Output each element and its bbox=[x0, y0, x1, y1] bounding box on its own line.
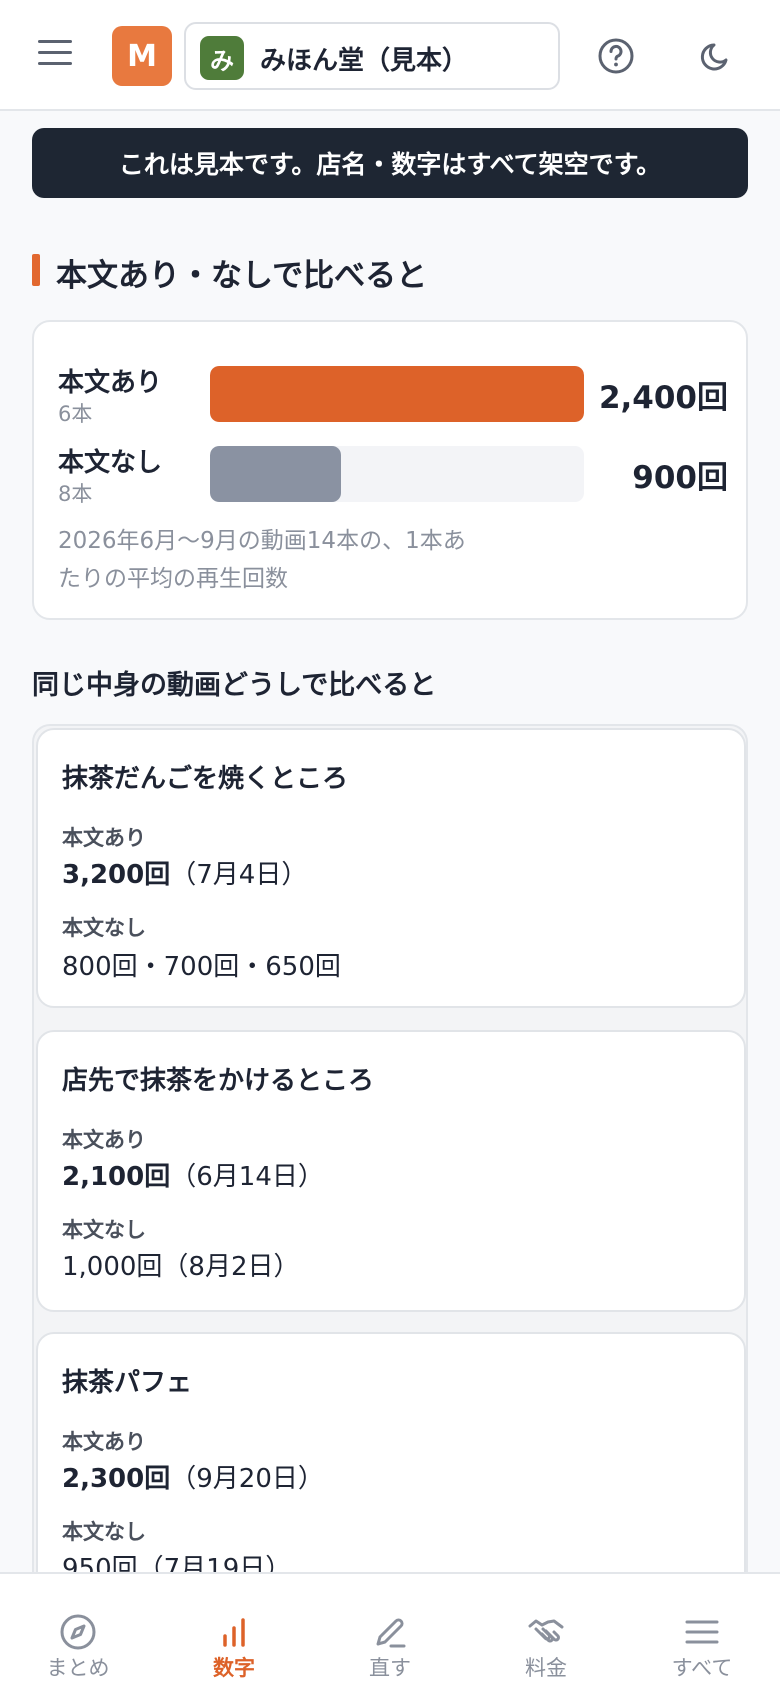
sample-notice-banner: これは見本です。店名・数字はすべて架空です。 bbox=[32, 128, 748, 198]
video-title: 抹茶だんごを焼くところ bbox=[62, 764, 349, 794]
nav-label: まとめ bbox=[46, 1656, 110, 1680]
comparison-row-with-text: 本文あり 6本 2,400回 bbox=[58, 362, 728, 426]
nav-item-summary[interactable]: まとめ bbox=[0, 1574, 156, 1688]
store-name: みほん堂（見本） bbox=[260, 46, 469, 76]
store-selector[interactable]: み みほん堂（見本） bbox=[184, 22, 560, 90]
nav-label: 数字 bbox=[213, 1656, 255, 1680]
video-card: 抹茶パフェ 本文あり 2,300回（9月20日） 本文なし 950回（7月19日… bbox=[36, 1332, 746, 1572]
question-circle-icon[interactable] bbox=[596, 36, 636, 76]
comparison-note: 2026年6月〜9月の動画14本の、1本あたりの平均の再生回数 bbox=[58, 528, 466, 592]
without-text-views: 800回・700回・650回 bbox=[62, 952, 341, 982]
bottom-navigation: まとめ 数字 直す 料金 すべて bbox=[0, 1572, 780, 1688]
nav-label: 直す bbox=[369, 1656, 411, 1680]
without-text-label: 本文なし bbox=[62, 916, 146, 940]
nav-item-fix[interactable]: 直す bbox=[312, 1574, 468, 1688]
views-count: 2,300回 bbox=[62, 1464, 171, 1494]
with-text-views: 3,200回（7月4日） bbox=[62, 854, 307, 891]
bar-track bbox=[210, 446, 584, 502]
menu-icon bbox=[685, 1620, 719, 1644]
nav-label: 料金 bbox=[525, 1656, 567, 1680]
row-video-count: 6本 bbox=[58, 402, 93, 426]
post-date: （7月4日） bbox=[170, 860, 308, 890]
video-comparison-list[interactable]: 抹茶だんごを焼くところ 本文あり 3,200回（7月4日） 本文なし 800回・… bbox=[32, 724, 748, 1572]
app-header: M み みほん堂（見本） bbox=[0, 0, 780, 111]
bar-fill bbox=[210, 446, 341, 502]
row-value: 900回 bbox=[632, 460, 728, 496]
with-text-label: 本文あり bbox=[62, 1430, 146, 1454]
without-text-views: 1,000回（8月2日） bbox=[62, 1252, 300, 1282]
comparison-card: 本文あり 6本 2,400回 本文なし 8本 900回 2026年6月〜9月の動… bbox=[32, 320, 748, 620]
moon-icon[interactable] bbox=[696, 36, 736, 76]
nav-item-numbers[interactable]: 数字 bbox=[156, 1574, 312, 1688]
row-value: 2,400回 bbox=[598, 380, 728, 416]
video-title: 店先で抹茶をかけるところ bbox=[62, 1066, 375, 1096]
with-text-label: 本文あり bbox=[62, 826, 146, 850]
row-label: 本文あり bbox=[58, 368, 163, 398]
section-title: 本文あり・なしで比べると bbox=[56, 258, 428, 294]
bar-chart-icon bbox=[223, 1618, 245, 1647]
without-text-label: 本文なし bbox=[62, 1520, 146, 1544]
views-count: 3,200回 bbox=[62, 860, 171, 890]
comparison-row-without-text: 本文なし 8本 900回 bbox=[58, 442, 728, 506]
video-title: 抹茶パフェ bbox=[62, 1368, 193, 1398]
post-date: （6月14日） bbox=[170, 1162, 324, 1192]
pencil-icon bbox=[376, 1618, 406, 1648]
hamburger-menu-icon[interactable] bbox=[38, 40, 72, 70]
section-accent-bar bbox=[32, 254, 40, 286]
row-video-count: 8本 bbox=[58, 482, 93, 506]
bar-fill bbox=[210, 366, 584, 422]
brand-logo[interactable]: M bbox=[112, 26, 172, 86]
compass-icon bbox=[60, 1614, 96, 1650]
with-text-views: 2,100回（6月14日） bbox=[62, 1156, 324, 1193]
without-text-label: 本文なし bbox=[62, 1218, 146, 1242]
without-text-views: 950回（7月19日） bbox=[62, 1554, 292, 1572]
with-text-views: 2,300回（9月20日） bbox=[62, 1458, 324, 1495]
views-count: 2,100回 bbox=[62, 1162, 171, 1192]
bar-track bbox=[210, 366, 584, 422]
post-date: （9月20日） bbox=[170, 1464, 324, 1494]
row-label: 本文なし bbox=[58, 448, 163, 478]
nav-item-all[interactable]: すべて bbox=[624, 1574, 780, 1688]
handshake-icon bbox=[528, 1619, 564, 1643]
nav-label: すべて bbox=[671, 1656, 733, 1680]
nav-item-pricing[interactable]: 料金 bbox=[468, 1574, 624, 1688]
video-card: 抹茶だんごを焼くところ 本文あり 3,200回（7月4日） 本文なし 800回・… bbox=[36, 728, 746, 1008]
same-content-heading: 同じ中身の動画どうしで比べると bbox=[32, 670, 437, 701]
video-card: 店先で抹茶をかけるところ 本文あり 2,100回（6月14日） 本文なし 1,0… bbox=[36, 1030, 746, 1312]
with-text-label: 本文あり bbox=[62, 1128, 146, 1152]
store-avatar: み bbox=[200, 36, 244, 80]
